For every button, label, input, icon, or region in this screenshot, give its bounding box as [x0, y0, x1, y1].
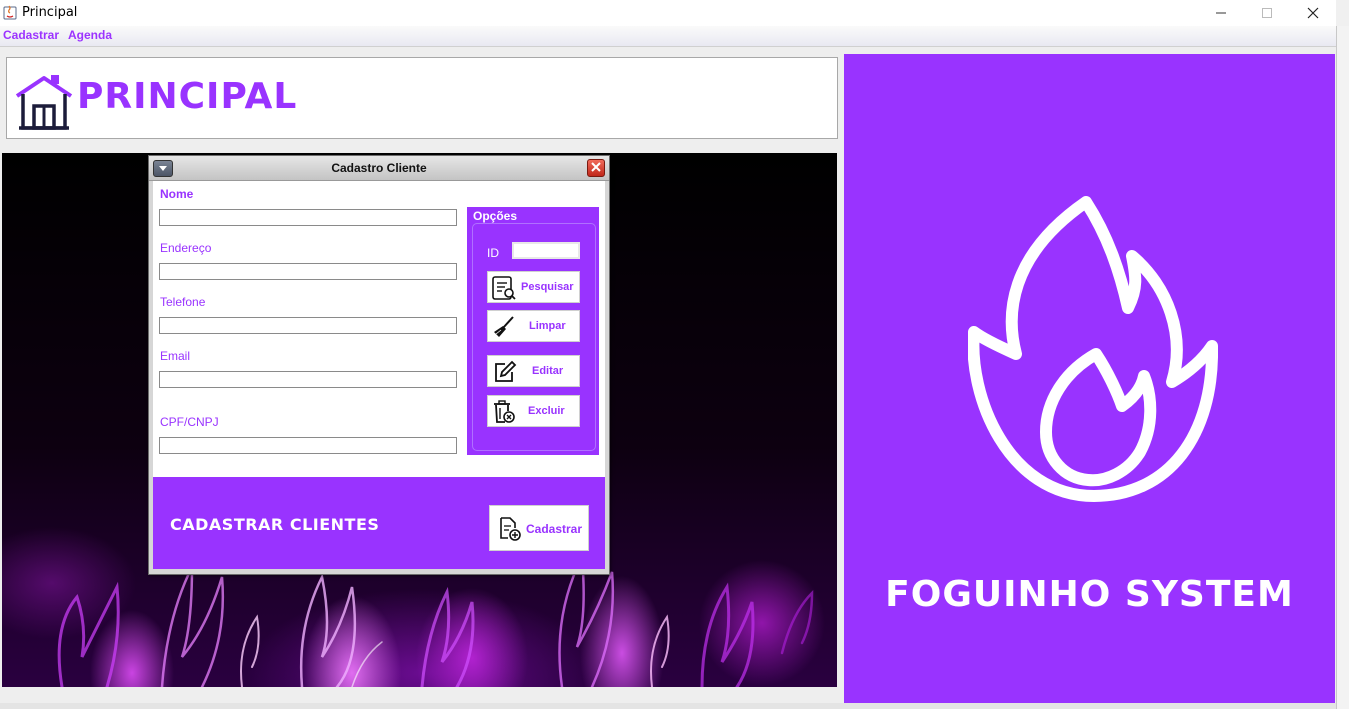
page-title: PRINCIPAL	[77, 76, 298, 117]
nome-label: Nome	[160, 187, 194, 201]
telefone-field[interactable]	[159, 317, 457, 334]
brand-panel: FOGUINHO SYSTEM	[844, 54, 1335, 703]
search-list-icon	[492, 276, 516, 300]
menu-agenda[interactable]: Agenda	[68, 28, 112, 42]
email-label: Email	[160, 349, 191, 363]
footer-title: CADASTRAR CLIENTES	[170, 515, 380, 534]
close-icon	[591, 162, 601, 172]
footer-band: CADASTRAR CLIENTES Cadastrar	[153, 477, 605, 569]
menu-cadastrar[interactable]: Cadastrar	[3, 28, 59, 42]
menu-bar: Cadastrar Agenda	[0, 26, 1336, 47]
excluir-button[interactable]: Excluir	[487, 395, 580, 427]
minimize-button[interactable]	[1198, 0, 1244, 26]
nome-field[interactable]	[159, 209, 457, 226]
maximize-icon	[1262, 8, 1272, 18]
brand-name: FOGUINHO SYSTEM	[885, 574, 1294, 615]
background-window-strip	[0, 703, 1336, 709]
main-content: PRINCIPAL Cadastro Cliente Nome Endereço…	[0, 47, 1336, 703]
background-window-edge	[1336, 26, 1349, 709]
window-titlebar: Principal	[0, 0, 1336, 26]
close-window-button[interactable]	[1290, 0, 1336, 26]
java-app-icon	[3, 5, 17, 20]
cpf-cnpj-field[interactable]	[159, 437, 457, 454]
frame-titlebar[interactable]: Cadastro Cliente	[149, 156, 609, 181]
options-group: ID Pesquisar Limpar Editar Excluir	[472, 223, 596, 451]
maximize-button[interactable]	[1244, 0, 1290, 26]
pesquisar-label: Pesquisar	[521, 281, 574, 293]
pesquisar-button[interactable]: Pesquisar	[487, 271, 580, 303]
options-panel: Opções ID Pesquisar Limpar Editar Exclui…	[467, 207, 599, 455]
telefone-label: Telefone	[160, 295, 206, 309]
minimize-icon	[1216, 12, 1226, 14]
cpf-cnpj-label: CPF/CNPJ	[160, 415, 219, 429]
close-icon	[1307, 7, 1319, 19]
editar-label: Editar	[532, 365, 564, 377]
broom-icon	[494, 316, 514, 337]
editar-button[interactable]: Editar	[487, 355, 580, 387]
excluir-label: Excluir	[528, 405, 565, 417]
document-add-icon	[500, 517, 521, 541]
header-panel: PRINCIPAL	[6, 57, 838, 139]
edit-icon	[495, 360, 517, 382]
cadastro-cliente-frame: Cadastro Cliente Nome Endereço Telefone …	[148, 155, 610, 575]
window-title: Principal	[22, 5, 78, 20]
house-icon	[15, 75, 73, 130]
email-field[interactable]	[159, 371, 457, 388]
frame-body: Nome Endereço Telefone Email CPF/CNPJ Op…	[153, 181, 605, 569]
id-label: ID	[487, 246, 499, 260]
frame-close-button[interactable]	[587, 159, 605, 177]
cadastrar-label: Cadastrar	[526, 522, 583, 536]
trash-delete-icon	[494, 400, 515, 423]
limpar-label: Limpar	[529, 320, 566, 332]
cadastrar-button[interactable]: Cadastrar	[489, 505, 589, 551]
endereco-label: Endereço	[160, 241, 212, 255]
frame-title: Cadastro Cliente	[331, 161, 427, 175]
flame-logo-icon	[968, 196, 1218, 502]
limpar-button[interactable]: Limpar	[487, 310, 580, 342]
id-field[interactable]	[512, 242, 580, 259]
endereco-field[interactable]	[159, 263, 457, 280]
options-title: Opções	[473, 209, 518, 223]
